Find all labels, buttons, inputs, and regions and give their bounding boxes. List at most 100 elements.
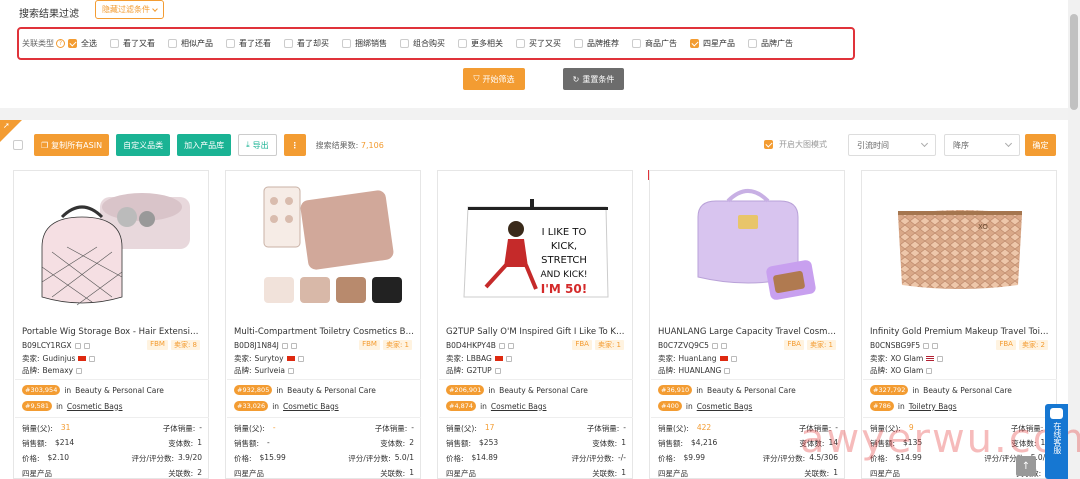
category-link[interactable]: Toiletry Bags <box>909 402 957 411</box>
assoc-option[interactable]: 品牌广告 <box>748 38 793 49</box>
external-link-icon[interactable] <box>932 342 939 349</box>
external-link-icon[interactable] <box>724 367 731 374</box>
assoc-count-label: 关联数: <box>168 469 194 478</box>
copy-icon[interactable] <box>498 342 505 349</box>
checkbox[interactable] <box>68 39 77 48</box>
assoc-option-label: 品牌推荐 <box>587 39 619 48</box>
arrow-up-icon[interactable]: ↑ <box>1016 456 1036 476</box>
external-link-icon[interactable] <box>76 367 83 374</box>
brand-name[interactable]: HUANLANG <box>679 366 722 375</box>
scroll-thumb[interactable] <box>1070 14 1078 110</box>
brand-name[interactable]: G2TUP <box>467 366 492 375</box>
assoc-option[interactable]: 买了又买 <box>516 38 561 49</box>
brand-name[interactable]: Surlveia <box>255 366 285 375</box>
checkbox[interactable] <box>284 39 293 48</box>
checkbox[interactable] <box>226 39 235 48</box>
external-link-icon[interactable] <box>507 342 514 349</box>
chat-button[interactable]: 在线客服 <box>1045 404 1068 479</box>
assoc-option[interactable]: 捆绑销售 <box>342 38 387 49</box>
assoc-option[interactable]: 看了却买 <box>284 38 329 49</box>
copy-icon[interactable] <box>74 342 81 349</box>
product-title[interactable]: Infinity Gold Premium Makeup Travel Toil… <box>870 327 1050 337</box>
brand-name[interactable]: Bemaxy <box>43 366 74 375</box>
select-all-checkbox[interactable] <box>13 140 23 150</box>
product-title[interactable]: G2TUP Sally O'M Inspired Gift I Like To … <box>446 327 626 337</box>
copy-asin-button[interactable]: ❐ 复制所有ASIN <box>34 134 110 156</box>
external-link-icon[interactable] <box>926 367 933 374</box>
assoc-option[interactable]: 全选 <box>68 38 97 49</box>
seller-name[interactable]: HuanLang <box>679 354 717 363</box>
category-link[interactable]: Cosmetic Bags <box>283 402 339 411</box>
product-title[interactable]: Portable Wig Storage Box - Hair Extensio… <box>22 327 202 337</box>
external-link-icon[interactable] <box>730 355 737 362</box>
start-filter-button[interactable]: ⛉ 开始筛选 <box>463 68 525 90</box>
checkbox[interactable] <box>574 39 583 48</box>
reset-filter-button[interactable]: ↻ 重置条件 <box>563 68 624 90</box>
seller-name[interactable]: Surytoy <box>255 354 284 363</box>
sort-order-select[interactable]: 降序 <box>944 134 1020 156</box>
assoc-option[interactable]: 看了又看 <box>110 38 155 49</box>
checkbox[interactable] <box>516 39 525 48</box>
external-link-icon[interactable] <box>720 342 727 349</box>
brand-name[interactable]: XO Glam <box>891 366 924 375</box>
scrollbar[interactable] <box>1068 0 1080 479</box>
product-image[interactable]: XO <box>863 172 1057 322</box>
external-link-icon[interactable] <box>287 367 294 374</box>
category-link[interactable]: Cosmetic Bags <box>697 402 753 411</box>
product-image[interactable] <box>15 172 209 322</box>
copy-icon[interactable] <box>281 342 288 349</box>
product-image[interactable] <box>227 172 421 322</box>
external-link-icon[interactable] <box>83 342 90 349</box>
product-card[interactable]: Portable Wig Storage Box - Hair Extensio… <box>13 170 209 479</box>
assoc-option[interactable]: 组合购买 <box>400 38 445 49</box>
custom-category-button[interactable]: 自定义品类 <box>116 134 171 156</box>
category-link[interactable]: Cosmetic Bags <box>491 402 547 411</box>
checkbox[interactable] <box>690 39 699 48</box>
checkbox[interactable] <box>400 39 409 48</box>
copy-icon[interactable] <box>711 342 718 349</box>
external-link-icon[interactable] <box>505 355 512 362</box>
more-button[interactable]: ⋮ <box>283 134 306 156</box>
product-card[interactable]: XO Infinity Gold Premium Makeup Travel T… <box>861 170 1057 479</box>
external-link-icon[interactable] <box>937 355 944 362</box>
checkbox[interactable] <box>110 39 119 48</box>
checkbox[interactable] <box>632 39 641 48</box>
assoc-option[interactable]: 相似产品 <box>168 38 213 49</box>
export-button[interactable]: ⤓ 导出 <box>238 134 277 156</box>
confirm-button[interactable]: 确定 <box>1025 134 1056 156</box>
checkbox[interactable] <box>748 39 757 48</box>
price-value: $14.99 <box>895 453 922 462</box>
product-image[interactable]: I LIKE TO KICK, STRETCH AND KICK! I'M 50! <box>439 172 633 322</box>
stats-row: 销量(父):9 子体销量:- <box>870 423 1050 434</box>
external-link-icon[interactable] <box>89 355 96 362</box>
external-link-icon[interactable] <box>290 342 297 349</box>
seller-name[interactable]: Gudinjus <box>43 354 76 363</box>
assoc-option[interactable]: 商品广告 <box>632 38 677 49</box>
assoc-option[interactable]: 看了还看 <box>226 38 271 49</box>
assoc-option[interactable]: 品牌推荐 <box>574 38 619 49</box>
checkbox[interactable] <box>342 39 351 48</box>
seller-name[interactable]: LBBAG <box>467 354 492 363</box>
checkbox[interactable] <box>764 140 773 149</box>
big-image-toggle[interactable]: 开启大图模式 <box>764 139 827 150</box>
copy-icon[interactable] <box>923 342 930 349</box>
product-card[interactable]: Multi-Compartment Toiletry Cosmetics Ba.… <box>225 170 421 479</box>
hide-filter-button[interactable]: 隐藏过滤条件 <box>95 0 164 19</box>
external-link-icon[interactable] <box>297 355 304 362</box>
checkbox[interactable] <box>168 39 177 48</box>
assoc-option[interactable]: 更多相关 <box>458 38 503 49</box>
sort-field-select[interactable]: 引流时间 <box>848 134 936 156</box>
product-card[interactable]: HUANLANG Large Capacity Travel Cosmeti..… <box>649 170 845 479</box>
add-library-button[interactable]: 加入产品库 <box>177 134 232 156</box>
product-title[interactable]: HUANLANG Large Capacity Travel Cosmeti..… <box>658 327 838 337</box>
assoc-option[interactable]: 四星产品 <box>690 38 735 49</box>
external-link-icon[interactable] <box>494 367 501 374</box>
seller-name[interactable]: XO Glam <box>891 354 924 363</box>
product-title[interactable]: Multi-Compartment Toiletry Cosmetics Ba.… <box>234 327 414 337</box>
product-card[interactable]: I LIKE TO KICK, STRETCH AND KICK! I'M 50! G2… <box>437 170 633 479</box>
help-icon[interactable]: ? <box>56 39 65 48</box>
product-image[interactable] <box>651 172 845 322</box>
four-star-label: 四星产品 <box>234 469 264 478</box>
checkbox[interactable] <box>458 39 467 48</box>
category-link[interactable]: Cosmetic Bags <box>67 402 123 411</box>
